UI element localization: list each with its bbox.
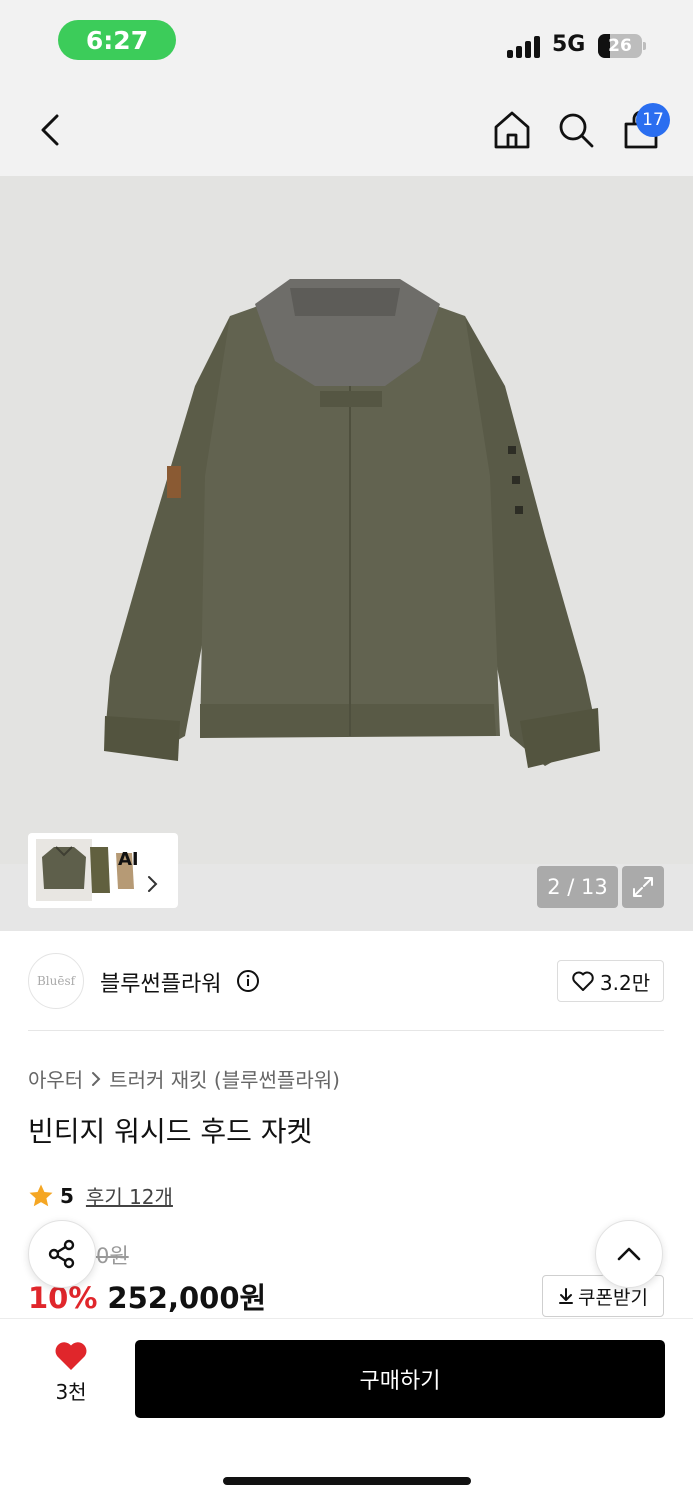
breadcrumb: 아우터 트러커 재킷 (블루썬플라워): [28, 1064, 340, 1093]
download-icon: [559, 1288, 574, 1304]
chevron-up-icon: [617, 1247, 641, 1261]
home-icon: [494, 111, 530, 149]
cart-count-badge: 17: [636, 103, 670, 137]
buy-button[interactable]: 구매하기: [135, 1340, 665, 1418]
brand-name[interactable]: 블루썬플라워: [100, 966, 221, 998]
wishlist-count: 3천: [55, 1380, 87, 1404]
scroll-top-button[interactable]: [595, 1220, 663, 1288]
rating-row: 5 후기 12개: [28, 1181, 173, 1210]
star-icon: [29, 1184, 53, 1206]
expand-button[interactable]: [622, 866, 664, 908]
signal-icon: [507, 36, 543, 58]
reviews-link[interactable]: 후기 12개: [86, 1181, 173, 1210]
jacket-thumbnail: [36, 839, 134, 901]
share-icon: [48, 1239, 75, 1269]
jacket-photo: [0, 176, 693, 864]
chevron-right-icon: [147, 875, 159, 897]
battery-level: 26: [608, 36, 632, 56]
back-button[interactable]: [30, 106, 70, 154]
product-image[interactable]: [0, 176, 693, 931]
info-icon[interactable]: [236, 969, 260, 997]
heart-filled-icon: [55, 1342, 87, 1370]
original-price: 0원: [96, 1244, 129, 1268]
brand-like-button[interactable]: 3.2만: [557, 960, 664, 1002]
search-icon: [559, 113, 594, 148]
ai-label: AI: [118, 849, 139, 870]
heart-outline-icon: [572, 971, 594, 991]
breadcrumb-subcategory[interactable]: 트러커 재킷 (블루썬플라워): [109, 1064, 340, 1093]
sale-price: 252,000원: [107, 1281, 267, 1315]
battery-tip: [643, 42, 646, 50]
network-label: 5G: [552, 32, 586, 57]
expand-icon: [633, 877, 653, 897]
brand-logo[interactable]: Bluēsf: [28, 953, 84, 1009]
chevron-right-icon: [92, 1071, 101, 1086]
share-button[interactable]: [28, 1220, 96, 1288]
divider: [28, 1030, 664, 1031]
battery-icon: 26: [598, 34, 642, 58]
breadcrumb-category[interactable]: 아우터: [28, 1064, 83, 1093]
image-counter: 2 / 13: [537, 866, 618, 908]
search-button[interactable]: [553, 106, 599, 154]
chevron-left-icon: [41, 114, 59, 146]
brand-like-count: 3.2만: [599, 970, 651, 995]
wishlist-button[interactable]: 3천: [28, 1340, 114, 1418]
product-title: 빈티지 워시드 후드 자켓: [28, 1115, 313, 1148]
status-time: 6:27: [58, 20, 176, 60]
home-button[interactable]: [489, 106, 535, 154]
rating-score: 5: [60, 1183, 74, 1208]
home-indicator: [223, 1477, 471, 1485]
